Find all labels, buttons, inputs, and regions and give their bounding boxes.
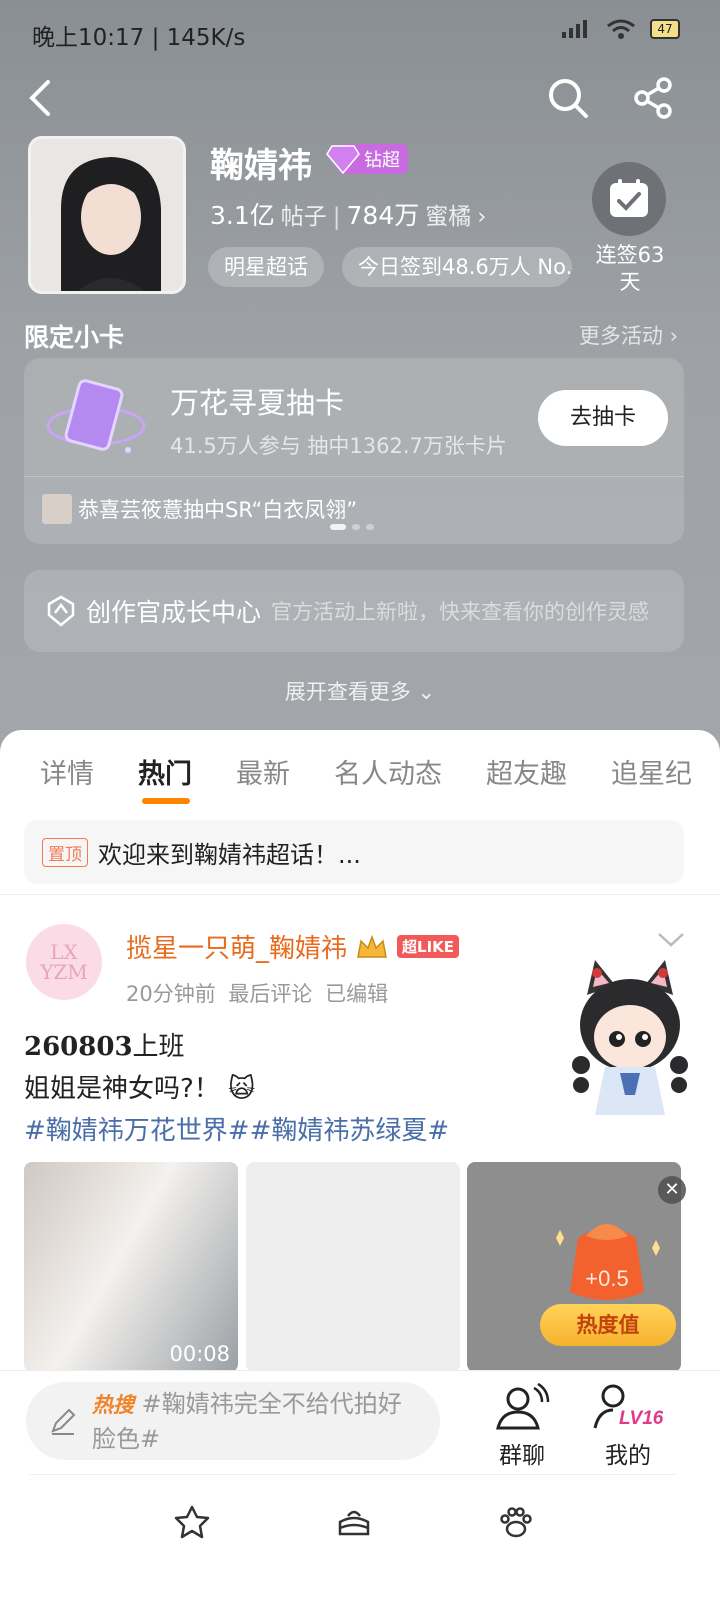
more-activities-link[interactable]: 更多活动 › [579, 320, 678, 350]
post-text-line1: 260803上班 [24, 1026, 185, 1063]
winner-avatar [42, 494, 72, 524]
battery-icon: 47 [650, 19, 680, 39]
post-text-line2: 姐姐是神女吗?！ 🙀 [24, 1068, 255, 1105]
calendar-check-icon [610, 179, 648, 217]
posts-count: 3.1亿 [210, 201, 275, 230]
posts-label: 帖子 [280, 204, 327, 230]
svg-text:LV16: LV16 [619, 1408, 663, 1429]
tab-celebrity-updates[interactable]: 名人动态 [334, 752, 442, 791]
lucky-bag-icon[interactable]: +0.5 [548, 1208, 666, 1308]
video-duration: 00:08 [169, 1342, 230, 1366]
post-video[interactable]: 00:08 [24, 1162, 238, 1372]
post-line2-text: 姐姐是神女吗?！ [24, 1074, 220, 1104]
tab-hot[interactable]: 热门 [138, 752, 192, 791]
tab-details[interactable]: 详情 [40, 752, 94, 791]
active-tab-indicator [142, 798, 190, 804]
close-widget-icon[interactable]: ✕ [658, 1176, 686, 1204]
vip-badge[interactable]: 钻超 [326, 144, 408, 174]
section-title: 限定小卡 [24, 323, 125, 352]
tab-latest[interactable]: 最新 [236, 752, 290, 791]
mine-button[interactable]: LV16 我的 [588, 1382, 668, 1470]
growth-title: 创作官成长中心 [86, 598, 262, 627]
chevron-right-icon[interactable]: › [477, 204, 486, 230]
status-time: 晚上10:17 | 145K/s [32, 25, 246, 51]
post-username-text: 揽星一只萌_鞠婧祎 [126, 934, 348, 964]
share-icon[interactable] [632, 76, 676, 120]
avatar[interactable] [28, 136, 186, 294]
nav-paw-icon[interactable] [496, 1504, 536, 1540]
nav-star-icon[interactable] [172, 1504, 212, 1540]
tab-bar: 详情 热门 最新 名人动态 超友趣 追星纪 [40, 752, 692, 791]
card-subtitle: 41.5万人参与 抽中1362.7万张卡片 [170, 434, 507, 458]
winner-ticker: 恭喜芸筱薏抽中SR“白衣凤翎” [42, 494, 357, 524]
post-avatar[interactable]: LX YZM [26, 924, 102, 1000]
card-title: 万花寻夏抽卡 [170, 386, 345, 420]
profile-stats: 3.1亿 帖子 | 784万 蜜橘 › [210, 196, 486, 232]
fans-count[interactable]: 784万 [347, 196, 420, 232]
group-chat-icon [496, 1382, 550, 1430]
like-tag: 超LIKE [397, 935, 460, 958]
back-arrow-icon[interactable] [20, 76, 64, 120]
profile-level-icon: LV16 [593, 1384, 663, 1429]
checkin-button[interactable] [592, 162, 666, 236]
expand-label: 展开查看更多 [284, 680, 411, 704]
group-chat-label: 群聊 [499, 1443, 545, 1469]
signal-icon [562, 20, 587, 38]
bag-value: +0.5 [585, 1266, 628, 1291]
profile-name: 鞠婧祎 [210, 146, 312, 186]
nav-cake-icon[interactable] [334, 1504, 374, 1540]
tab-star-chronicle[interactable]: 追星纪 [611, 752, 692, 791]
wifi-icon [607, 19, 635, 39]
carousel-dots [330, 524, 374, 530]
mine-label: 我的 [605, 1443, 651, 1469]
post-meta: 20分钟前 最后评论 已编辑 [126, 982, 389, 1006]
tab-super-fun[interactable]: 超友趣 [486, 752, 567, 791]
card-pack-icon [46, 379, 146, 453]
post-username[interactable]: 揽星一只萌_鞠婧祎 超LIKE [126, 928, 460, 965]
winner-text: 恭喜芸筱薏抽中SR“白衣凤翎” [78, 498, 358, 522]
avatar-image [31, 139, 183, 291]
expand-more[interactable]: 展开查看更多 ⌄ [0, 676, 720, 706]
status-icons: 47 [560, 18, 680, 40]
draw-card-button[interactable]: 去抽卡 [538, 390, 668, 446]
pinned-text: 欢迎来到鞠婧祎超话！... [98, 840, 361, 869]
bottom-divider [30, 1474, 676, 1475]
post-hashtags[interactable]: #鞠婧祎万花世界##鞠婧祎苏绿夏# [24, 1110, 449, 1147]
post-date-code: 260803 [24, 1032, 133, 1062]
stats-divider: | [332, 204, 341, 230]
growth-center-banner[interactable]: 创作官成长中心 官方活动上新啦，快来查看你的创作灵感 [24, 570, 684, 652]
divider [0, 894, 720, 895]
search-icon[interactable] [546, 76, 590, 120]
group-chat-button[interactable]: 群聊 [482, 1382, 562, 1470]
badge-icon [47, 595, 75, 627]
checkin-rank-tag[interactable]: 今日签到48.6万人 No. [342, 247, 572, 287]
mascot-sticker[interactable] [565, 955, 695, 1120]
chevron-down-icon: ⌄ [417, 680, 436, 704]
post-line1-rest: 上班 [132, 1032, 185, 1062]
card-divider [24, 476, 684, 477]
diamond-icon [326, 145, 360, 174]
hot-search-input[interactable]: 热搜 #鞠婧祎完全不给代拍好脸色# [26, 1382, 440, 1460]
pinned-post[interactable]: 置顶 欢迎来到鞠婧祎超话！... [24, 820, 684, 884]
category-tag[interactable]: 明星超话 [208, 247, 324, 287]
post-menu-chevron-icon[interactable] [656, 930, 686, 950]
pencil-icon [51, 1408, 76, 1435]
heat-value-button[interactable]: 热度值 [540, 1304, 676, 1346]
fans-label[interactable]: 蜜橘 [425, 197, 471, 231]
cat-emoji-icon: 🙀 [228, 1074, 256, 1104]
hot-search-text: #鞠婧祎完全不给代拍好脸色# [92, 1389, 402, 1453]
hot-search-tag: 热搜 [92, 1392, 134, 1417]
hot-search-content: 热搜 #鞠婧祎完全不给代拍好脸色# [92, 1387, 422, 1456]
pinned-tag: 置顶 [42, 837, 88, 867]
more-activities-label: 更多活动 [578, 324, 663, 348]
growth-subtitle: 官方活动上新啦，快来查看你的创作灵感 [271, 600, 650, 624]
crown-icon [357, 934, 387, 958]
checkin-streak: 连签63天 [595, 243, 665, 294]
post-image-2[interactable] [246, 1162, 460, 1372]
